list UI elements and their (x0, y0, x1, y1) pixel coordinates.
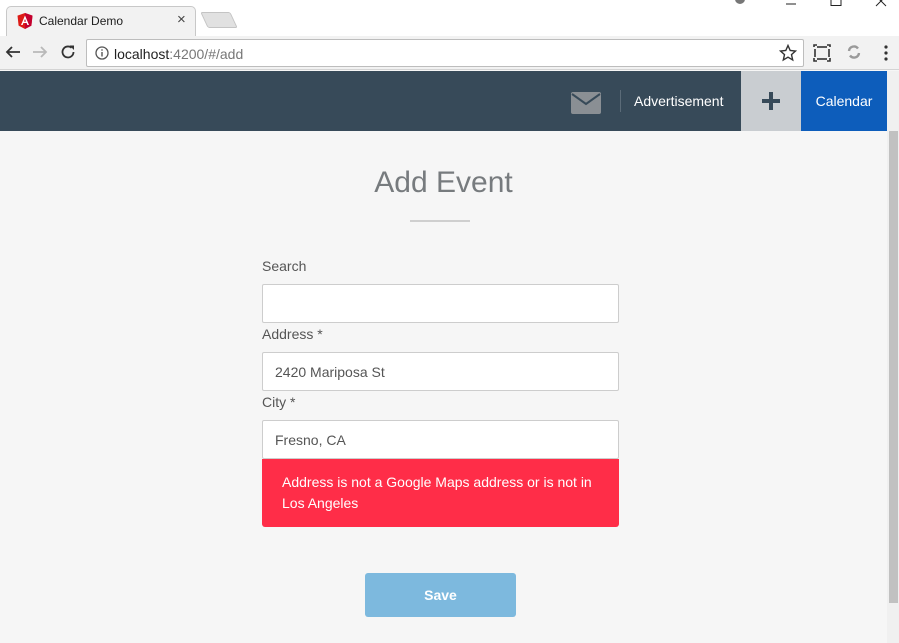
url-path: :4200/#/add (169, 46, 244, 62)
reload-button[interactable] (57, 41, 79, 63)
page-title: Add Event (374, 166, 513, 199)
browser-tab[interactable]: Calendar Demo × (6, 6, 196, 36)
scrollbar[interactable] (887, 71, 899, 643)
plus-icon (762, 92, 780, 110)
app-navbar: Advertisement Calendar (0, 71, 887, 131)
reload-icon (61, 45, 75, 59)
cast-icon[interactable] (813, 44, 831, 62)
browser-tabbar: Calendar Demo × (0, 0, 899, 36)
arrow-right-icon (33, 46, 48, 58)
envelope-icon[interactable] (571, 92, 601, 114)
validation-error-alert: Address is not a Google Maps address or … (262, 459, 619, 527)
info-icon[interactable] (95, 46, 109, 60)
arrow-left-icon (5, 46, 20, 58)
add-event-nav-button[interactable] (741, 71, 801, 131)
nav-calendar-button[interactable]: Calendar (801, 71, 887, 131)
menu-dots-icon[interactable] (882, 44, 890, 62)
url-text: localhost:4200/#/add (114, 46, 243, 62)
bookmark-star-icon[interactable] (779, 44, 797, 62)
address-label: Address * (262, 326, 323, 342)
tab-close-icon[interactable]: × (177, 11, 186, 29)
scrollbar-thumb[interactable] (889, 131, 898, 603)
save-button[interactable]: Save (365, 573, 516, 617)
minimize-icon[interactable] (781, 0, 801, 12)
profile-icon[interactable] (731, 0, 749, 8)
city-label: City * (262, 394, 296, 410)
address-input[interactable]: 2420 Mariposa St (262, 352, 619, 391)
back-button[interactable] (2, 41, 24, 63)
nav-advertisement-link[interactable]: Advertisement (634, 93, 723, 109)
url-host: localhost (114, 46, 170, 62)
new-tab-button[interactable] (200, 12, 238, 28)
search-input[interactable] (262, 284, 619, 323)
title-divider (410, 220, 470, 222)
search-label: Search (262, 258, 307, 274)
browser-toolbar: localhost:4200/#/add (0, 36, 899, 70)
angular-icon (17, 13, 33, 29)
address-bar[interactable]: localhost:4200/#/add (86, 39, 804, 67)
forward-button[interactable] (29, 41, 51, 63)
maximize-icon[interactable] (826, 0, 846, 8)
close-window-icon[interactable] (871, 0, 891, 8)
tab-title: Calendar Demo (39, 14, 124, 28)
extension-sync-icon[interactable] (846, 44, 862, 60)
nav-divider (620, 90, 621, 112)
city-input[interactable]: Fresno, CA (262, 420, 619, 459)
